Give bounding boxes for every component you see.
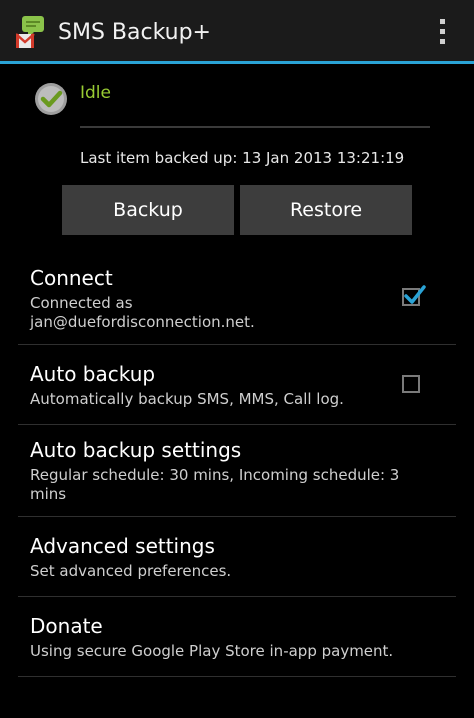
status-text: Idle bbox=[80, 83, 111, 103]
action-bar: SMS Backup+ bbox=[0, 0, 474, 64]
overflow-menu-icon[interactable] bbox=[438, 19, 448, 47]
divider bbox=[18, 424, 456, 425]
divider bbox=[18, 344, 456, 345]
backup-button[interactable]: Backup bbox=[62, 185, 234, 235]
pref-title: Auto backup bbox=[30, 362, 156, 386]
divider bbox=[18, 676, 456, 677]
pref-donate[interactable]: Donate Using secure Google Play Store in… bbox=[0, 610, 474, 674]
pref-auto-backup[interactable]: Auto backup Automatically backup SMS, MM… bbox=[0, 358, 474, 424]
pref-title: Auto backup settings bbox=[30, 438, 242, 462]
pref-connect[interactable]: Connect Connected as jan@duefordisconnec… bbox=[0, 262, 474, 344]
pref-title: Donate bbox=[30, 614, 103, 638]
sms-backup-app-icon[interactable] bbox=[15, 16, 46, 50]
app-title: SMS Backup+ bbox=[58, 20, 211, 45]
connect-checkbox[interactable] bbox=[402, 285, 426, 306]
last-backup-text: Last item backed up: 13 Jan 2013 13:21:1… bbox=[80, 149, 405, 167]
pref-summary: Automatically backup SMS, MMS, Call log. bbox=[30, 390, 344, 408]
restore-button[interactable]: Restore bbox=[240, 185, 412, 235]
divider bbox=[18, 516, 456, 517]
check-circle-icon bbox=[34, 82, 68, 116]
pref-summary: Using secure Google Play Store in-app pa… bbox=[30, 642, 394, 660]
checkmark-icon bbox=[404, 285, 426, 304]
pref-summary: Regular schedule: 30 mins, Incoming sche… bbox=[30, 466, 400, 503]
pref-advanced-settings[interactable]: Advanced settings Set advanced preferenc… bbox=[0, 530, 474, 594]
status-divider bbox=[80, 126, 430, 128]
pref-auto-backup-settings[interactable]: Auto backup settings Regular schedule: 3… bbox=[0, 434, 474, 514]
pref-summary: Connected as jan@duefordisconnection.net… bbox=[30, 294, 255, 331]
divider bbox=[18, 596, 456, 597]
pref-title: Connect bbox=[30, 266, 113, 290]
pref-summary: Set advanced preferences. bbox=[30, 562, 232, 580]
pref-title: Advanced settings bbox=[30, 534, 215, 558]
auto-backup-checkbox[interactable] bbox=[402, 375, 420, 393]
